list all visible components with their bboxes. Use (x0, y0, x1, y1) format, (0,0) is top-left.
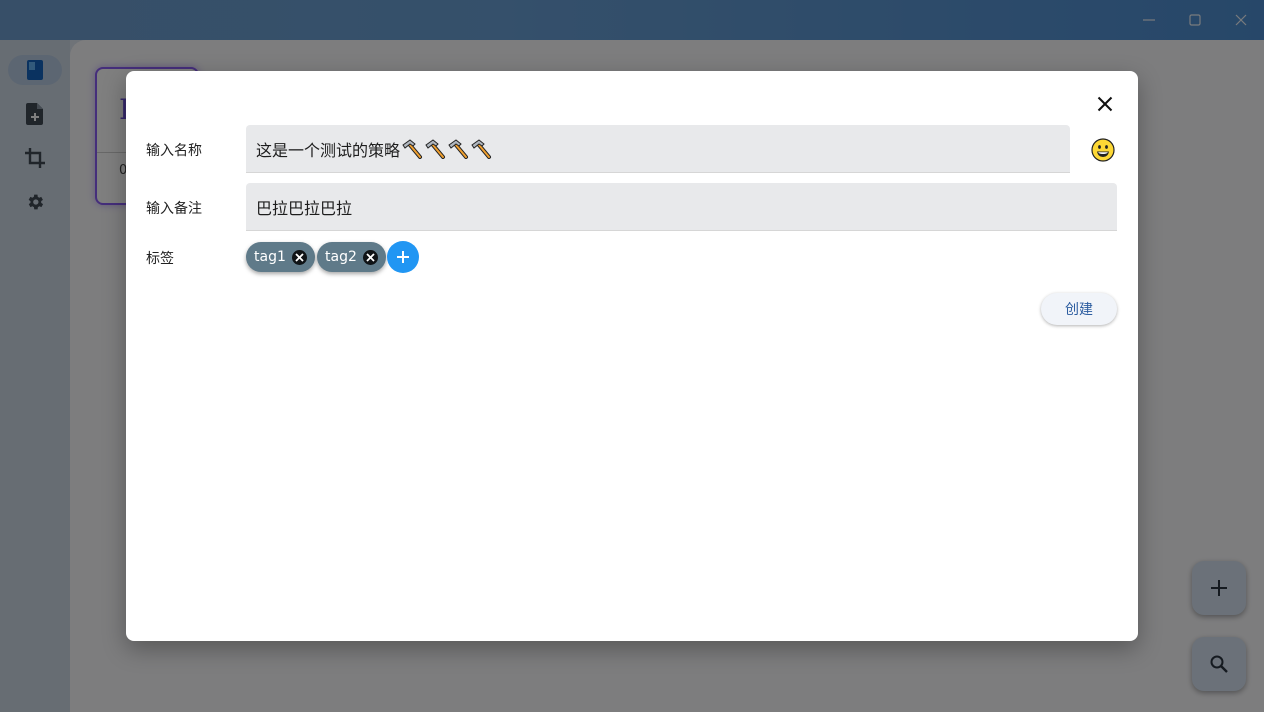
note-label: 输入备注 (146, 201, 202, 217)
create-strategy-dialog: 输入名称 这是一个测试的策略 输入备注 巴拉巴拉巴拉 标签 tag1 tag2 (126, 71, 1138, 641)
tags-label: 标签 (146, 251, 174, 267)
emoji-picker-icon[interactable] (1091, 138, 1115, 162)
name-label: 输入名称 (146, 143, 202, 159)
hammer-emoji-icon (402, 138, 423, 159)
name-input[interactable]: 这是一个测试的策略 (246, 125, 1070, 173)
hammer-emoji-icon (448, 138, 469, 159)
plus-icon (397, 251, 409, 263)
tag-chip[interactable]: tag2 (317, 242, 386, 272)
tag-chip-label: tag2 (325, 249, 357, 265)
close-icon (1097, 96, 1113, 112)
note-input[interactable]: 巴拉巴拉巴拉 (246, 183, 1117, 231)
hammer-emoji-icon (471, 138, 492, 159)
app-window: I 0 输入名称 这是一个测试的策略 (0, 0, 1264, 712)
close-dialog-button[interactable] (1092, 91, 1118, 117)
hammer-emoji-icon (425, 138, 446, 159)
name-value: 这是一个测试的策略 (256, 140, 401, 160)
remove-tag-icon[interactable] (291, 249, 307, 265)
add-tag-button[interactable] (387, 241, 419, 273)
tag-chip[interactable]: tag1 (246, 242, 315, 272)
note-value: 巴拉巴拉巴拉 (256, 198, 353, 218)
hammer-emojis (400, 138, 492, 159)
create-button[interactable]: 创建 (1041, 293, 1117, 325)
tag-chip-label: tag1 (254, 249, 286, 265)
remove-tag-icon[interactable] (362, 249, 378, 265)
